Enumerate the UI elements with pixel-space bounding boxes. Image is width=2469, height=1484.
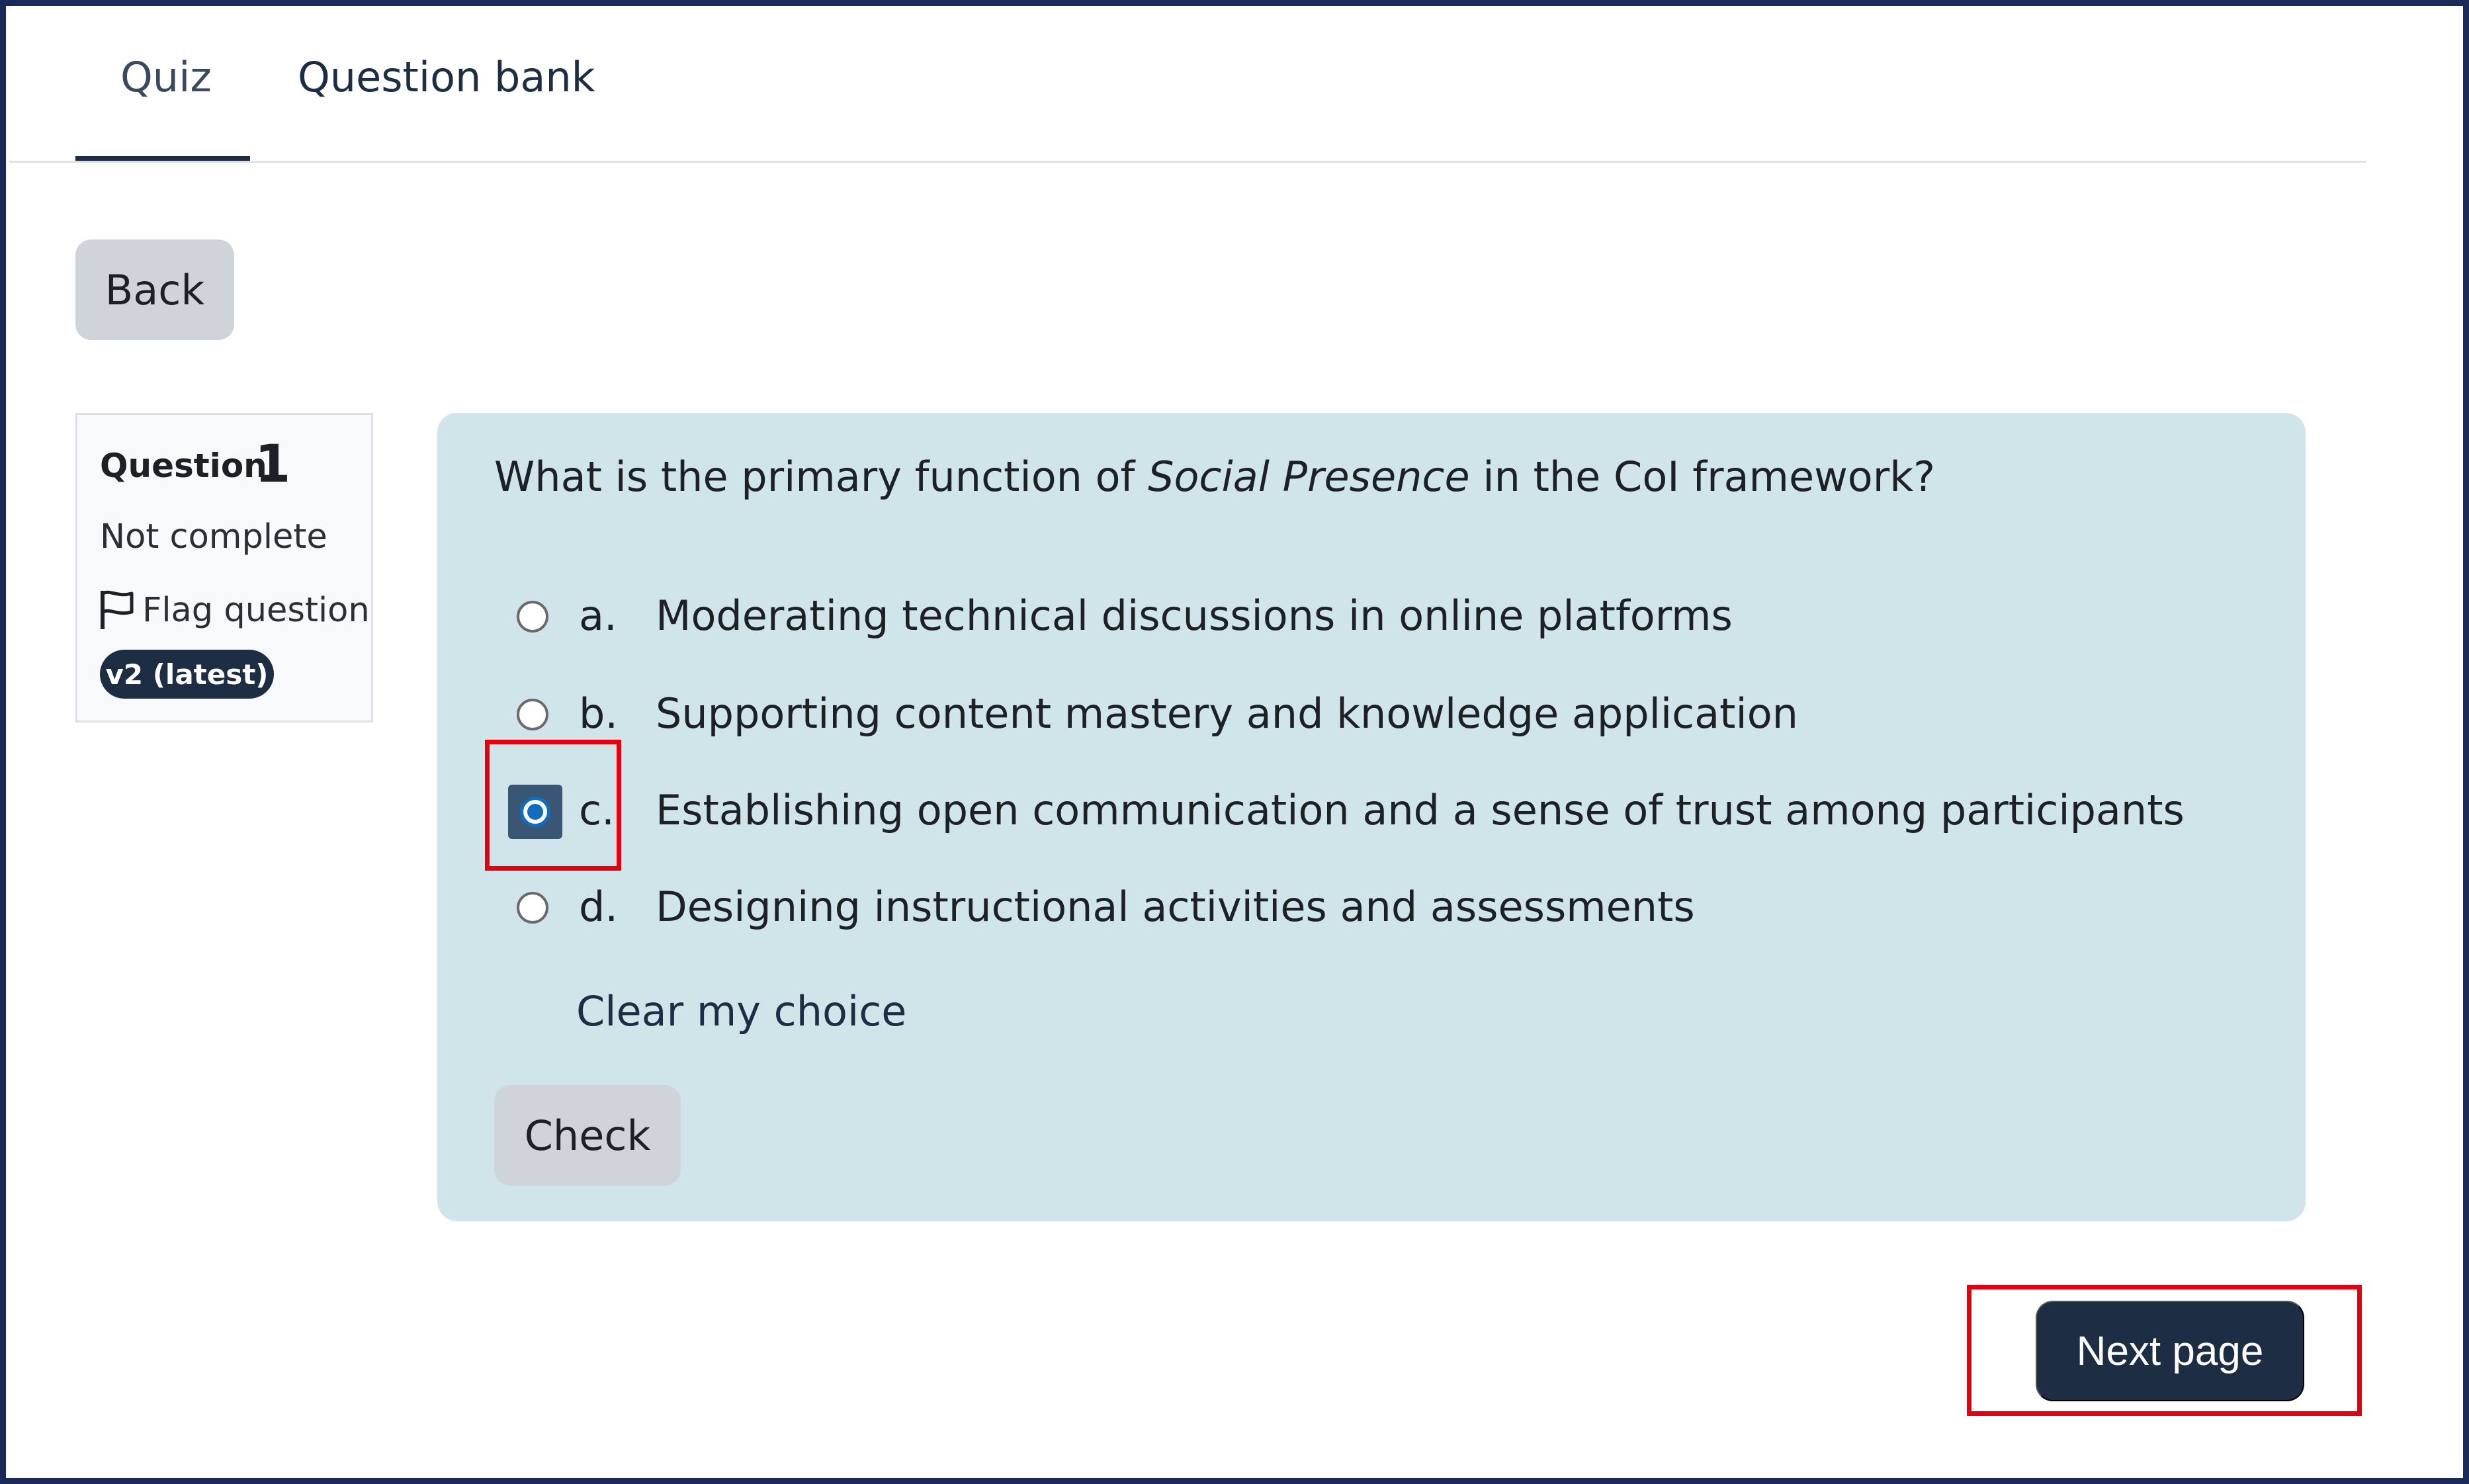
question-text-emphasis: Social Presence: [1148, 453, 1470, 501]
back-button[interactable]: Back: [75, 240, 234, 340]
version-badge: v2 (latest): [100, 650, 274, 699]
clear-my-choice-link[interactable]: Clear my choice: [576, 987, 906, 1035]
radio-button-d[interactable]: [517, 892, 548, 924]
answer-text-d[interactable]: Designing instructional activities and a…: [656, 883, 1695, 931]
question-label: Question: [100, 447, 267, 485]
answer-letter-d: d.: [579, 883, 619, 931]
answer-letter-a: a.: [579, 591, 617, 640]
highlight-next-page: [1967, 1285, 2362, 1416]
question-info-panel: Question 1 Not complete Flag question v2…: [75, 413, 373, 722]
question-text: What is the primary function of Social P…: [494, 453, 1935, 501]
radio-button-a[interactable]: [517, 601, 548, 633]
answer-text-a[interactable]: Moderating technical discussions in onli…: [656, 591, 1733, 640]
flag-question-label: Flag question: [142, 590, 370, 630]
tab-quiz[interactable]: Quiz: [120, 53, 212, 101]
flag-icon: [101, 590, 134, 629]
question-content: What is the primary function of Social P…: [437, 413, 2306, 1221]
highlight-selected-answer: [485, 740, 621, 871]
check-button[interactable]: Check: [494, 1085, 681, 1186]
answer-text-c[interactable]: Establishing open communication and a se…: [656, 786, 2185, 834]
tab-question-bank[interactable]: Question bank: [298, 53, 595, 101]
question-state: Not complete: [100, 517, 327, 556]
flag-question-link[interactable]: Flag question: [99, 588, 370, 632]
question-number: 1: [255, 435, 291, 494]
question-text-after: in the CoI framework?: [1469, 453, 1936, 501]
tabs-divider: [9, 161, 2366, 163]
question-text-before: What is the primary function of: [494, 453, 1148, 501]
answer-letter-b: b.: [579, 689, 619, 738]
answer-text-b[interactable]: Supporting content mastery and knowledge…: [656, 689, 1798, 738]
radio-button-b[interactable]: [517, 699, 548, 730]
